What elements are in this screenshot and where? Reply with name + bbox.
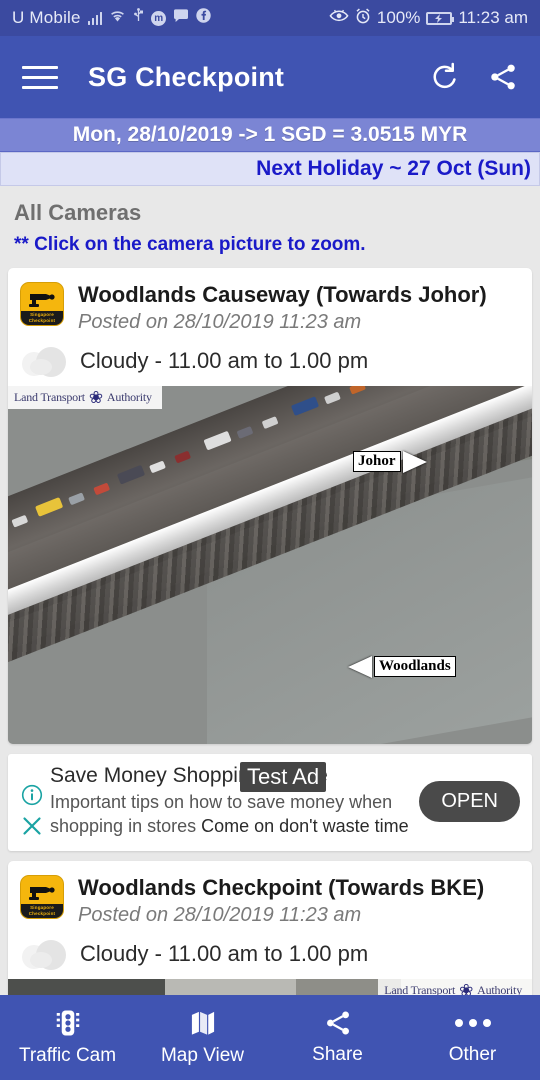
camera-posted-time: Posted on 28/10/2019 11:23 am bbox=[78, 903, 362, 926]
direction-label-woodlands-text: Woodlands bbox=[374, 656, 456, 678]
section-title: All Cameras bbox=[14, 200, 142, 225]
lta-watermark: Land Transport ❀ Authority bbox=[8, 385, 162, 409]
lta-watermark-right: Authority bbox=[106, 389, 152, 404]
refresh-icon[interactable] bbox=[430, 62, 460, 92]
weather-text: Cloudy - 11.00 am to 1.00 pm bbox=[80, 347, 369, 373]
direction-label-woodlands: Woodlands bbox=[348, 655, 456, 678]
main-content: All Cameras ** Click on the camera pictu… bbox=[0, 186, 540, 1019]
menu-icon[interactable] bbox=[22, 65, 58, 89]
status-bar-left: U Mobile m bbox=[12, 8, 211, 28]
ad-description-tail: Come on don't waste time bbox=[201, 816, 409, 837]
map-icon bbox=[189, 1008, 217, 1038]
nav-label-share: Share bbox=[312, 1044, 363, 1065]
signal-icon bbox=[87, 11, 103, 25]
nav-item-other[interactable]: Other bbox=[405, 995, 540, 1080]
camera-photo[interactable]: Land Transport ❀ Authority Johor Woodlan… bbox=[8, 385, 532, 744]
app-screen: U Mobile m 100% 11:23 am SG Checkpoint M… bbox=[0, 0, 540, 1080]
share-icon bbox=[324, 1009, 352, 1037]
camera-card-header: Singapore Checkpoint Woodlands Causeway (… bbox=[8, 268, 532, 340]
clock-label: 11:23 am bbox=[458, 8, 528, 27]
cctv-camera-icon: Singapore Checkpoint bbox=[20, 282, 64, 326]
more-dots-icon bbox=[454, 1009, 491, 1037]
app-bar: SG Checkpoint bbox=[0, 36, 540, 118]
alarm-icon bbox=[355, 7, 371, 29]
nav-item-map-view[interactable]: Map View bbox=[135, 995, 270, 1080]
ad-description: Important tips on how to save money when… bbox=[50, 790, 411, 839]
next-holiday-bar: Next Holiday ~ 27 Oct (Sun) bbox=[0, 152, 540, 186]
status-bar-right: 100% 11:23 am bbox=[329, 7, 528, 29]
message-icon bbox=[173, 8, 189, 28]
page-title: SG Checkpoint bbox=[88, 61, 285, 92]
nav-label-traffic-cam: Traffic Cam bbox=[18, 1045, 117, 1066]
advertisement-banner[interactable]: Save Money Shopping Online Important tip… bbox=[8, 753, 532, 851]
ad-title: Save Money Shopping Online bbox=[50, 763, 328, 787]
cloud-icon bbox=[20, 346, 72, 377]
cctv-camera-icon: Singapore Checkpoint bbox=[20, 874, 64, 919]
eye-care-icon bbox=[329, 8, 349, 28]
weather-text: Cloudy - 11.00 am to 1.00 pm bbox=[80, 940, 369, 966]
carrier-label: U Mobile bbox=[12, 8, 81, 27]
camera-icon-plate: Singapore Checkpoint bbox=[21, 311, 63, 325]
battery-percent-label: 100% bbox=[376, 8, 421, 27]
usb-icon bbox=[133, 8, 144, 28]
camera-posted-time: Posted on 28/10/2019 11:23 am bbox=[78, 310, 362, 333]
arrow-right-icon bbox=[402, 450, 427, 473]
camera-card-text: Woodlands Checkpoint (Towards BKE) Poste… bbox=[78, 875, 484, 927]
camera-name: Woodlands Causeway (Towards Johor) bbox=[78, 282, 487, 307]
nav-item-traffic-cam[interactable]: Traffic Cam bbox=[0, 995, 135, 1080]
nav-label-map-view: Map View bbox=[160, 1045, 245, 1066]
weather-row: Cloudy - 11.00 am to 1.00 pm bbox=[8, 340, 532, 386]
camera-card-text: Woodlands Causeway (Towards Johor) Poste… bbox=[78, 282, 487, 334]
exchange-rate-bar: Mon, 28/10/2019 -> 1 SGD = 3.0515 MYR bbox=[0, 118, 540, 152]
lta-watermark-left: Land Transport bbox=[14, 389, 85, 404]
nav-item-share[interactable]: Share bbox=[270, 995, 405, 1080]
mi-badge-icon: m bbox=[151, 10, 167, 26]
weather-row: Cloudy - 11.00 am to 1.00 pm bbox=[8, 933, 532, 979]
close-icon[interactable] bbox=[21, 815, 43, 837]
bottom-navigation: Traffic Cam Map View Share Other bbox=[0, 995, 540, 1080]
status-bar: U Mobile m 100% 11:23 am bbox=[0, 0, 540, 36]
camera-icon-plate: Singapore Checkpoint bbox=[21, 903, 63, 918]
traffic-light-icon bbox=[53, 1008, 83, 1038]
cloud-icon bbox=[20, 939, 72, 970]
ad-icon-column bbox=[16, 764, 48, 839]
lta-ribbon-icon: ❀ bbox=[88, 387, 103, 407]
camera-name: Woodlands Checkpoint (Towards BKE) bbox=[78, 874, 485, 900]
ad-text: Save Money Shopping Online Important tip… bbox=[48, 764, 411, 839]
test-ad-badge: Test Ad bbox=[240, 761, 327, 792]
info-icon[interactable] bbox=[21, 784, 43, 806]
direction-label-johor: Johor bbox=[353, 450, 427, 473]
wifi-icon bbox=[109, 9, 126, 28]
arrow-left-icon bbox=[348, 655, 372, 678]
app-bar-actions bbox=[430, 62, 518, 92]
nav-label-other: Other bbox=[448, 1044, 497, 1065]
direction-label-johor-text: Johor bbox=[353, 451, 401, 473]
share-icon[interactable] bbox=[488, 62, 518, 92]
zoom-hint: ** Click on the camera picture to zoom. bbox=[14, 234, 366, 255]
ad-open-button[interactable]: OPEN bbox=[419, 780, 520, 822]
battery-charging-icon bbox=[426, 11, 455, 25]
camera-card[interactable]: Singapore Checkpoint Woodlands Causeway (… bbox=[8, 268, 532, 744]
camera-card-header: Singapore Checkpoint Woodlands Checkpoint… bbox=[8, 861, 532, 933]
facebook-icon bbox=[196, 8, 211, 28]
